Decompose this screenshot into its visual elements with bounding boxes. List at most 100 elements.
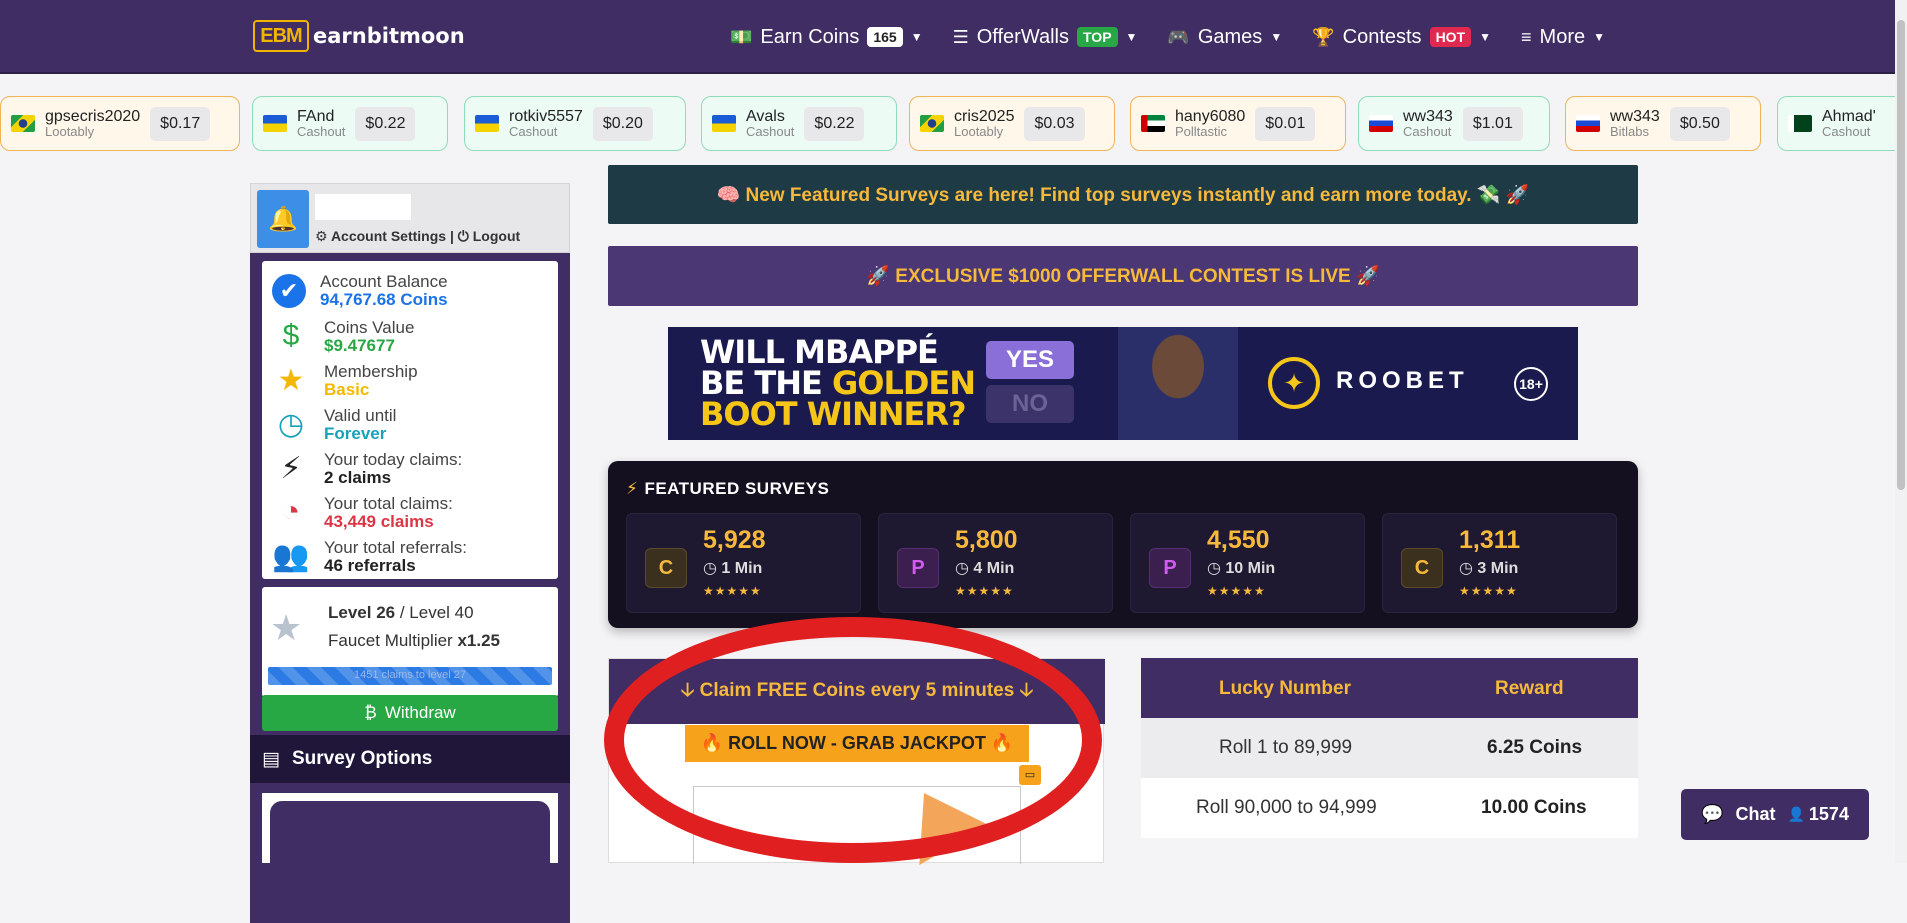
ticker-user: rotkiv5557 <box>509 107 583 125</box>
nav-item-games[interactable]: 🎮 Games ▼ <box>1167 26 1282 49</box>
survey-provider-badge: C <box>1401 548 1443 588</box>
lucky-number-table: Lucky Number Reward Roll 1 to 89,999 6.25… <box>1141 658 1638 863</box>
withdraw-label: Withdraw <box>384 703 456 722</box>
ticker-item: cris2025 Lootably $0.03 <box>909 96 1115 151</box>
stat-row: ★ Membership Basic <box>272 361 418 399</box>
nav-item-contests[interactable]: 🏆 Contests HOT ▼ <box>1312 26 1491 49</box>
survey-time-value: 3 Min <box>1477 560 1519 577</box>
stat-value: 46 referrals <box>324 555 416 575</box>
scrollbar[interactable] <box>1895 0 1907 863</box>
featured-survey-card[interactable]: P 4,550 ◷ 10 Min ★★★★★ <box>1130 513 1365 613</box>
featured-surveys-banner[interactable]: 🧠 New Featured Surveys are here! Find to… <box>608 165 1638 224</box>
ticker-source: Cashout <box>509 124 558 140</box>
ticker-source: Cashout <box>746 124 795 140</box>
lucky-reward: 10.00 Coins <box>1481 797 1587 818</box>
user-icon: 👤 <box>1787 806 1805 822</box>
stat-row: 👥 Your total referrals: 46 referrals <box>272 537 467 575</box>
stat-label: Coins Value <box>324 317 415 337</box>
stats-card: ✔ Account Balance 94,767.68 Coins $ Coins Va… <box>262 261 558 579</box>
ticker-names: Ahmad' Cashout <box>1822 108 1876 140</box>
uae-flag-icon <box>1141 115 1165 132</box>
stat-text: Your today claims: 2 claims <box>324 451 462 486</box>
chat-icon: 💬 <box>1701 804 1724 824</box>
bitcoin-icon: ₿ <box>364 703 377 722</box>
ticker-source: Polltastic <box>1175 124 1228 140</box>
logo-text: earnbitmoon <box>313 24 465 48</box>
logo-mark: EBM <box>253 20 309 52</box>
check-circle-icon: ✔ <box>272 273 306 308</box>
gamepad-icon: 🎮 <box>1167 26 1190 47</box>
survey-options-label: Survey Options <box>291 748 433 769</box>
brazil-flag-icon <box>11 115 35 132</box>
ticker-user: hany6080 <box>1175 107 1246 125</box>
ticker-amount: $0.22 <box>355 106 416 141</box>
stat-row: ✔ Account Balance 94,767.68 Coins <box>272 273 448 308</box>
survey-rating: ★★★★★ <box>955 584 1014 598</box>
brazil-flag-icon <box>920 115 944 132</box>
nav-item-earn-coins[interactable]: 💵 Earn Coins 165 ▼ <box>730 26 923 49</box>
chat-button[interactable]: 💬 Chat 👤 1574 <box>1681 789 1869 840</box>
nav-label: More <box>1539 25 1586 48</box>
featured-survey-card[interactable]: P 5,800 ◷ 4 Min ★★★★★ <box>878 513 1113 613</box>
bolt-icon: ⚡ <box>280 451 302 485</box>
ticker-names: ww343 Bitlabs <box>1610 108 1660 140</box>
nav-item-more[interactable]: ≡ More ▼ <box>1521 26 1605 49</box>
survey-rating: ★★★★★ <box>703 584 762 598</box>
nav-badge: TOP <box>1077 27 1118 47</box>
ticker-names: hany6080 Polltastic <box>1175 108 1245 140</box>
survey-options-header[interactable]: ▤ Survey Options <box>250 735 570 783</box>
survey-provider-badge: P <box>897 548 939 588</box>
dollar-icon: $ <box>282 319 300 352</box>
ad-yes-button[interactable]: YES <box>986 341 1074 379</box>
captcha-refresh-icon[interactable]: ▭ <box>1019 765 1041 785</box>
stat-value: Forever <box>324 423 387 443</box>
stat-label: Your today claims: <box>324 449 463 469</box>
ticker-item: ww343 Cashout $1.01 <box>1358 96 1550 151</box>
logout-link[interactable]: Logout <box>473 228 520 244</box>
stat-text: Account Balance 94,767.68 Coins <box>320 273 448 308</box>
survey-options-card[interactable] <box>270 801 550 863</box>
ad-no-button[interactable]: NO <box>986 385 1074 423</box>
withdraw-button[interactable]: ₿ Withdraw <box>262 695 558 731</box>
payout-ticker: gpsecris2020 Lootably $0.17 FAnd Cashout $0.2… <box>0 96 1895 152</box>
ad-line3: BOOT WINNER? <box>700 395 967 433</box>
clock-icon: ◷ <box>277 407 305 441</box>
survey-amount: 5,928 <box>703 526 766 554</box>
ticker-names: Avals Cashout <box>746 108 794 140</box>
ticker-names: cris2025 Lootably <box>954 108 1014 140</box>
lucky-reward: 6.25 Coins <box>1487 737 1583 758</box>
lucky-table-header: Lucky Number Reward <box>1141 658 1638 718</box>
ukraine-flag-icon <box>263 115 287 132</box>
account-settings-link[interactable]: Account Settings <box>331 228 446 244</box>
survey-amount: 5,800 <box>955 526 1018 554</box>
survey-time: ◷ 1 Min <box>703 558 762 578</box>
ticker-source: Cashout <box>1822 124 1871 140</box>
featured-survey-card[interactable]: C 1,311 ◷ 3 Min ★★★★★ <box>1382 513 1617 613</box>
stat-label: Valid until <box>324 405 397 425</box>
chevron-down-icon: ▼ <box>910 30 923 44</box>
ukraine-flag-icon <box>475 115 499 132</box>
chevron-down-icon: ▼ <box>1125 30 1138 44</box>
ticker-amount: $1.01 <box>1462 106 1523 141</box>
bell-icon[interactable]: 🔔 <box>257 190 309 248</box>
advertisement-banner[interactable]: WILL MBAPPÉ BE THE GOLDEN BOOT WINNER? Y… <box>668 327 1578 440</box>
scrollbar-thumb[interactable] <box>1897 20 1905 490</box>
nav-item-offerwalls[interactable]: ☰ OfferWalls TOP ▼ <box>953 26 1138 49</box>
star-icon: ★ <box>277 363 305 397</box>
contest-banner[interactable]: 🚀 EXCLUSIVE $1000 OFFERWALL CONTEST IS L… <box>608 246 1638 306</box>
russia-flag-icon <box>1576 115 1600 132</box>
pie-chart-icon: ◔ <box>281 495 301 528</box>
roll-now-button[interactable]: 🔥 ROLL NOW - GRAB JACKPOT 🔥 <box>685 725 1029 762</box>
ad-headline: WILL MBAPPÉ BE THE GOLDEN BOOT WINNER? <box>700 336 976 433</box>
separator: | <box>449 228 458 244</box>
survey-provider-badge: C <box>645 548 687 588</box>
lucky-table-row: Roll 1 to 89,999 6.25 Coins <box>1141 718 1638 778</box>
survey-time: ◷ 10 Min <box>1207 558 1275 578</box>
age-restriction-badge: 18+ <box>1514 367 1548 401</box>
lucky-range: Roll 1 to 89,999 <box>1219 737 1353 758</box>
survey-provider-badge: P <box>1149 548 1191 588</box>
logo[interactable]: EBM earnbitmoon <box>253 20 465 52</box>
featured-surveys-title: ⚡ FEATURED SURVEYS <box>626 479 829 499</box>
bolt-icon: ⚡ <box>626 479 639 498</box>
featured-survey-card[interactable]: C 5,928 ◷ 1 Min ★★★★★ <box>626 513 861 613</box>
